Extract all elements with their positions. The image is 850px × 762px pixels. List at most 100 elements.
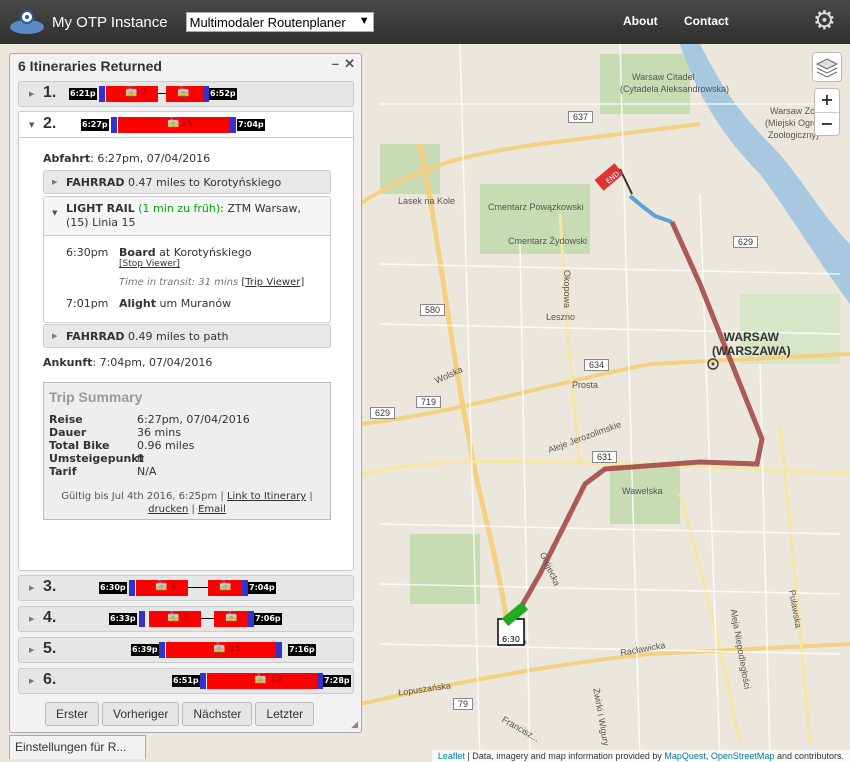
leaflet-link[interactable]: Leaflet [438, 751, 465, 761]
map-label: Zoologiczny) [768, 130, 820, 140]
itinerary-row-2[interactable]: ▼ 2. 6:27p 🚋 15 7:04p [19, 112, 353, 138]
transit-time: Time in transit: 31 mins [119, 277, 239, 288]
city-label-warsaw: WARSAW [723, 330, 779, 344]
end-time: 7:06p [254, 613, 282, 625]
arrive-value: : 7:04pm, 07/04/2016 [92, 356, 213, 369]
landmark-icon-dot [711, 362, 715, 366]
bike-segment [230, 117, 236, 133]
itinerary-timeline: 6:51p 🚋 18 7:28p [172, 673, 352, 689]
transit-time-row: Time in transit: 31 mins [Trip Viewer] [119, 277, 305, 288]
itinerary-timeline: 6:30p 🚋 8 🚋 7:04p [99, 580, 279, 596]
itinerary-row-1[interactable]: ▶ 1. 6:21p 🚋 7 🚋 6:52p [18, 81, 354, 107]
about-link[interactable]: About [623, 14, 658, 28]
route-number: 8 [171, 582, 177, 592]
start-time: 6:51p [172, 675, 200, 687]
trip-viewer-link[interactable]: Trip Viewer [245, 277, 300, 288]
zoom-in-button[interactable]: + [815, 89, 839, 113]
panel-header: 6 Itineraries Returned – ✕ [10, 54, 361, 78]
mapquest-link[interactable]: MapQuest [664, 751, 706, 761]
itinerary-detail-2: ▼ 2. 6:27p 🚋 15 7:04p Abfahrt: 6:27pm, 0… [18, 111, 354, 571]
alight-label: Alight [119, 297, 157, 310]
stop-viewer-link[interactable]: [Stop Viewer] [119, 259, 180, 269]
mode-select[interactable]: Multimodaler Routenplaner ▼ [185, 12, 374, 32]
road-badge: 580 [420, 304, 446, 316]
tram-icon: 🚋 [213, 643, 226, 654]
previous-button[interactable]: Vorheriger [102, 702, 180, 726]
layers-icon[interactable] [812, 52, 842, 82]
leg-agency: : ZTM Warsaw, [220, 202, 302, 215]
summary-footer-2: drucken | Email [148, 504, 226, 515]
osm-link[interactable]: OpenStreetMap [711, 751, 775, 761]
itinerary-number: 6. [43, 671, 57, 688]
itinerary-number: 4. [43, 609, 57, 626]
email-link[interactable]: Email [198, 504, 226, 515]
leg-mode: FAHRRAD [66, 176, 125, 189]
bike-segment [159, 642, 165, 658]
leg-rail: ▼ LIGHT RAIL (1 min zu früh): ZTM Warsaw… [43, 196, 331, 323]
route-number: 2 [183, 613, 189, 623]
bike-route-end [628, 194, 673, 224]
attribution-tail: and contributors. [774, 751, 844, 761]
otp-logo-icon[interactable] [8, 7, 46, 37]
tram-icon: 🚋 [167, 118, 180, 129]
leg-rail-header[interactable]: ▼ LIGHT RAIL (1 min zu früh): ZTM Warsaw… [44, 197, 330, 236]
map-label: Warsaw Zoo [770, 106, 821, 116]
itinerary-number: 3. [43, 578, 57, 595]
leg-mode: FAHRRAD [66, 330, 125, 343]
start-time: 6:30p [99, 582, 127, 594]
itinerary-row-3[interactable]: ▶ 3. 6:30p 🚋 8 🚋 7:04p [18, 575, 354, 601]
bike-segment [111, 117, 117, 133]
attribution-text: | Data, imagery and map information prov… [464, 751, 665, 761]
brand-title[interactable]: My OTP Instance [52, 14, 168, 31]
print-link[interactable]: drucken [148, 504, 188, 515]
start-time: 6:33p [109, 613, 137, 625]
minimize-icon[interactable]: – [332, 56, 339, 71]
road-badge: 629 [733, 236, 759, 248]
bike-segment [99, 86, 105, 102]
settings-tab[interactable]: Einstellungen für R... [9, 735, 146, 759]
alight-row: Alight um Muranów [119, 297, 231, 310]
depart-label: Abfahrt [43, 152, 91, 165]
itinerary-number: 1. [43, 84, 57, 101]
depart-row: Abfahrt: 6:27pm, 07/04/2016 [43, 152, 210, 165]
summary-value: 6:27pm, 07/04/2016 [137, 413, 250, 426]
expand-arrow-icon: ▶ [29, 646, 35, 654]
close-icon[interactable]: ✕ [344, 56, 355, 72]
summary-value: 0.96 miles [137, 439, 195, 452]
collapse-arrow-icon: ▼ [29, 121, 35, 129]
chevron-down-icon: ▼ [358, 15, 370, 27]
resize-handle-icon[interactable]: ◢ [351, 720, 358, 730]
end-time: 7:04p [237, 119, 265, 131]
city-label: WARSAW (WARSZAWA) [712, 330, 791, 358]
road-badge: 634 [584, 359, 610, 371]
leg-bike-2[interactable]: ▶ FAHRRAD 0.49 miles to path [43, 324, 331, 348]
road-badge: 637 [568, 111, 594, 123]
leg-text: 0.47 miles to Korotyńskiego [124, 176, 282, 189]
link-to-itinerary[interactable]: Link to Itinerary [227, 491, 306, 502]
road-badge: 79 [453, 698, 474, 710]
itinerary-number: 2. [43, 115, 57, 132]
tram-icon: 🚋 [219, 581, 232, 592]
last-button[interactable]: Letzter [255, 702, 315, 726]
board-label: Board [119, 246, 156, 259]
tram-icon: 🚋 [225, 612, 238, 623]
map-label: Warsaw Citadel [632, 72, 695, 82]
transfer-line [188, 587, 208, 588]
depart-value: : 6:27pm, 07/04/2016 [90, 152, 211, 165]
zoom-out-button[interactable]: − [815, 113, 839, 137]
itinerary-row-6[interactable]: ▶ 6. 6:51p 🚋 18 7:28p [18, 668, 354, 694]
end-marker[interactable]: END [594, 163, 633, 195]
next-button[interactable]: Nächster [182, 702, 253, 726]
itinerary-timeline: 6:33p 🚋 2 🚋 7:06p [109, 611, 289, 627]
itinerary-row-4[interactable]: ▶ 4. 6:33p 🚋 2 🚋 7:06p [18, 606, 354, 632]
rail-route [517, 220, 765, 611]
expand-arrow-icon: ▶ [29, 90, 35, 98]
first-button[interactable]: Erster [45, 702, 100, 726]
summary-key: Total Bike [49, 439, 110, 452]
gear-icon[interactable]: ⚙ [813, 7, 836, 35]
leg-mode: LIGHT RAIL [66, 202, 135, 215]
itinerary-row-5[interactable]: ▶ 5. 6:39p 🚋 15 7:16p [18, 637, 354, 663]
map-label: Cmentarz Żydowski [508, 236, 588, 246]
leg-bike-1[interactable]: ▶ FAHRRAD 0.47 miles to Korotyńskiego [43, 170, 331, 194]
contact-link[interactable]: Contact [684, 14, 729, 28]
